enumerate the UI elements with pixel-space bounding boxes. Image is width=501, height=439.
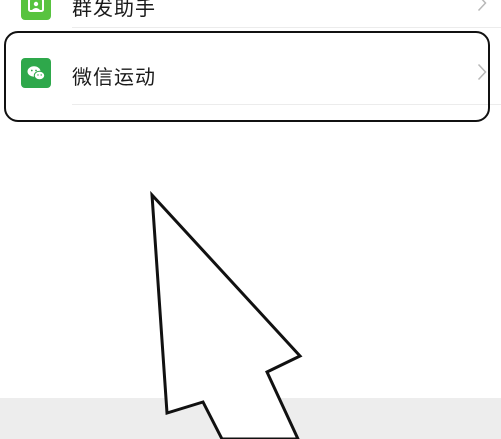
menu-item-wechat-sport[interactable]: 微信运动 [0, 41, 501, 105]
bottom-band [0, 398, 501, 439]
menu-item-broadcast-helper[interactable]: 群发助手 [0, 0, 501, 28]
divider [72, 27, 501, 28]
divider [72, 104, 501, 105]
chevron-right-icon [477, 63, 487, 81]
chevron-right-icon [477, 0, 487, 12]
menu-item-label: 微信运动 [72, 65, 156, 89]
broadcast-helper-icon [21, 0, 51, 20]
wechat-sport-icon [21, 58, 51, 88]
screen: 群发助手 微信运动 [0, 0, 501, 439]
menu-item-label: 群发助手 [72, 0, 156, 20]
